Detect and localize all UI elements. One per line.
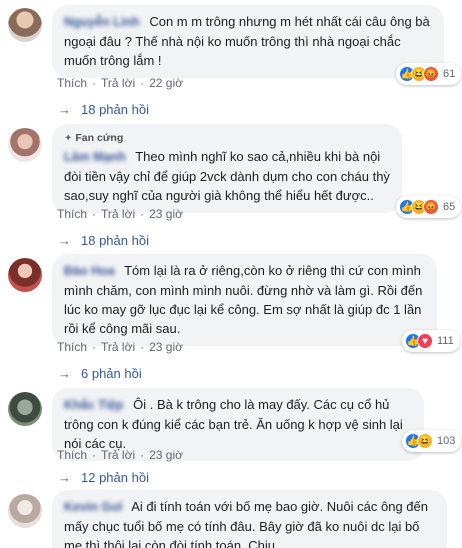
angry-reaction-icon: 😡 <box>423 199 439 215</box>
view-replies-link[interactable]: → 6 phản hồi <box>58 366 142 381</box>
comment-text: Tóm lại là ra ở riêng,còn ko ở riêng thì… <box>64 263 423 336</box>
reply-button[interactable]: Trả lời <box>101 207 135 221</box>
separator: · <box>140 207 145 221</box>
view-replies-link[interactable]: → 18 phản hồi <box>58 233 149 248</box>
reply-arrow-icon: → <box>58 470 71 485</box>
separator: · <box>140 448 145 462</box>
replies-count[interactable]: 12 phản hồi <box>81 470 149 485</box>
reaction-count: 65 <box>443 201 456 213</box>
view-replies-link[interactable]: → 18 phản hồi <box>58 102 149 117</box>
angry-reaction-icon: 😡 <box>423 66 439 82</box>
reaction-summary[interactable]: 👍 😆 😡 61 <box>396 63 462 85</box>
like-button[interactable]: Thích <box>57 76 87 90</box>
reply-arrow-icon: → <box>58 233 71 248</box>
badge-icon: ✦ <box>64 133 73 144</box>
comment-bubble: Đào Hoa Tóm lại là ra ở riêng,còn ko ở r… <box>52 254 437 346</box>
comment-bubble: ✦ Fan cứng Lâm Mạnh Theo mình nghĩ ko sao… <box>52 124 402 213</box>
comment-author[interactable]: Nguyễn Linh <box>64 15 140 29</box>
reaction-count: 103 <box>437 435 456 447</box>
separator: · <box>92 340 97 354</box>
avatar[interactable] <box>8 392 42 426</box>
reply-arrow-icon: → <box>58 366 71 381</box>
comment-bubble: Kevin Gol Ai đi tính toán với bố mẹ bao … <box>52 490 447 548</box>
separator: · <box>140 340 145 354</box>
fan-badge: ✦ Fan cứng <box>64 131 390 146</box>
avatar[interactable] <box>8 258 42 292</box>
view-replies-link[interactable]: → 12 phản hồi <box>58 470 149 485</box>
like-button[interactable]: Thích <box>57 448 87 462</box>
avatar[interactable] <box>8 8 42 42</box>
separator: · <box>92 207 97 221</box>
comment-actions: Thích · Trả lời · 22 giờ <box>57 76 183 90</box>
like-button[interactable]: Thích <box>57 340 87 354</box>
comment-actions: Thích · Trả lời · 23 giờ <box>57 207 183 221</box>
separator: · <box>92 448 97 462</box>
reaction-count: 61 <box>443 68 456 80</box>
reaction-summary[interactable]: 👍 😆 103 <box>402 430 462 452</box>
comment-actions: Thích · Trả lời · 23 giờ <box>57 340 183 354</box>
comment-author[interactable]: Đào Hoa <box>64 264 115 278</box>
replies-count[interactable]: 18 phản hồi <box>81 233 149 248</box>
reply-button[interactable]: Trả lời <box>101 448 135 462</box>
comment-actions: Thích · Trả lời · 23 giờ <box>57 448 183 462</box>
reaction-summary[interactable]: 👍 ♥ 111 <box>402 330 460 352</box>
reply-button[interactable]: Trả lời <box>101 76 135 90</box>
love-reaction-icon: ♥ <box>417 333 433 349</box>
comment-timestamp[interactable]: 23 giờ <box>149 207 183 221</box>
reaction-summary[interactable]: 👍 😆 😡 65 <box>396 196 462 218</box>
comment-timestamp[interactable]: 23 giờ <box>149 448 183 462</box>
comment-timestamp[interactable]: 22 giờ <box>149 76 183 90</box>
comment-bubble: Nguyễn Linh Con m m trông nhưng m hét nh… <box>52 5 444 78</box>
reply-button[interactable]: Trả lời <box>101 340 135 354</box>
reaction-count: 111 <box>437 335 454 347</box>
replies-count[interactable]: 6 phản hồi <box>81 366 142 381</box>
like-button[interactable]: Thích <box>57 207 87 221</box>
comment-author[interactable]: Khắc Tiệp <box>64 398 124 412</box>
avatar[interactable] <box>8 494 42 528</box>
avatar[interactable] <box>8 128 42 162</box>
separator: · <box>92 76 97 90</box>
fan-badge-label: Fan cứng <box>75 132 124 144</box>
separator: · <box>140 76 145 90</box>
replies-count[interactable]: 18 phản hồi <box>81 102 149 117</box>
comment-timestamp[interactable]: 23 giờ <box>149 340 183 354</box>
reply-arrow-icon: → <box>58 102 71 117</box>
haha-reaction-icon: 😆 <box>417 433 433 449</box>
comment-author[interactable]: Lâm Mạnh <box>64 150 126 164</box>
comment-author[interactable]: Kevin Gol <box>64 500 122 514</box>
